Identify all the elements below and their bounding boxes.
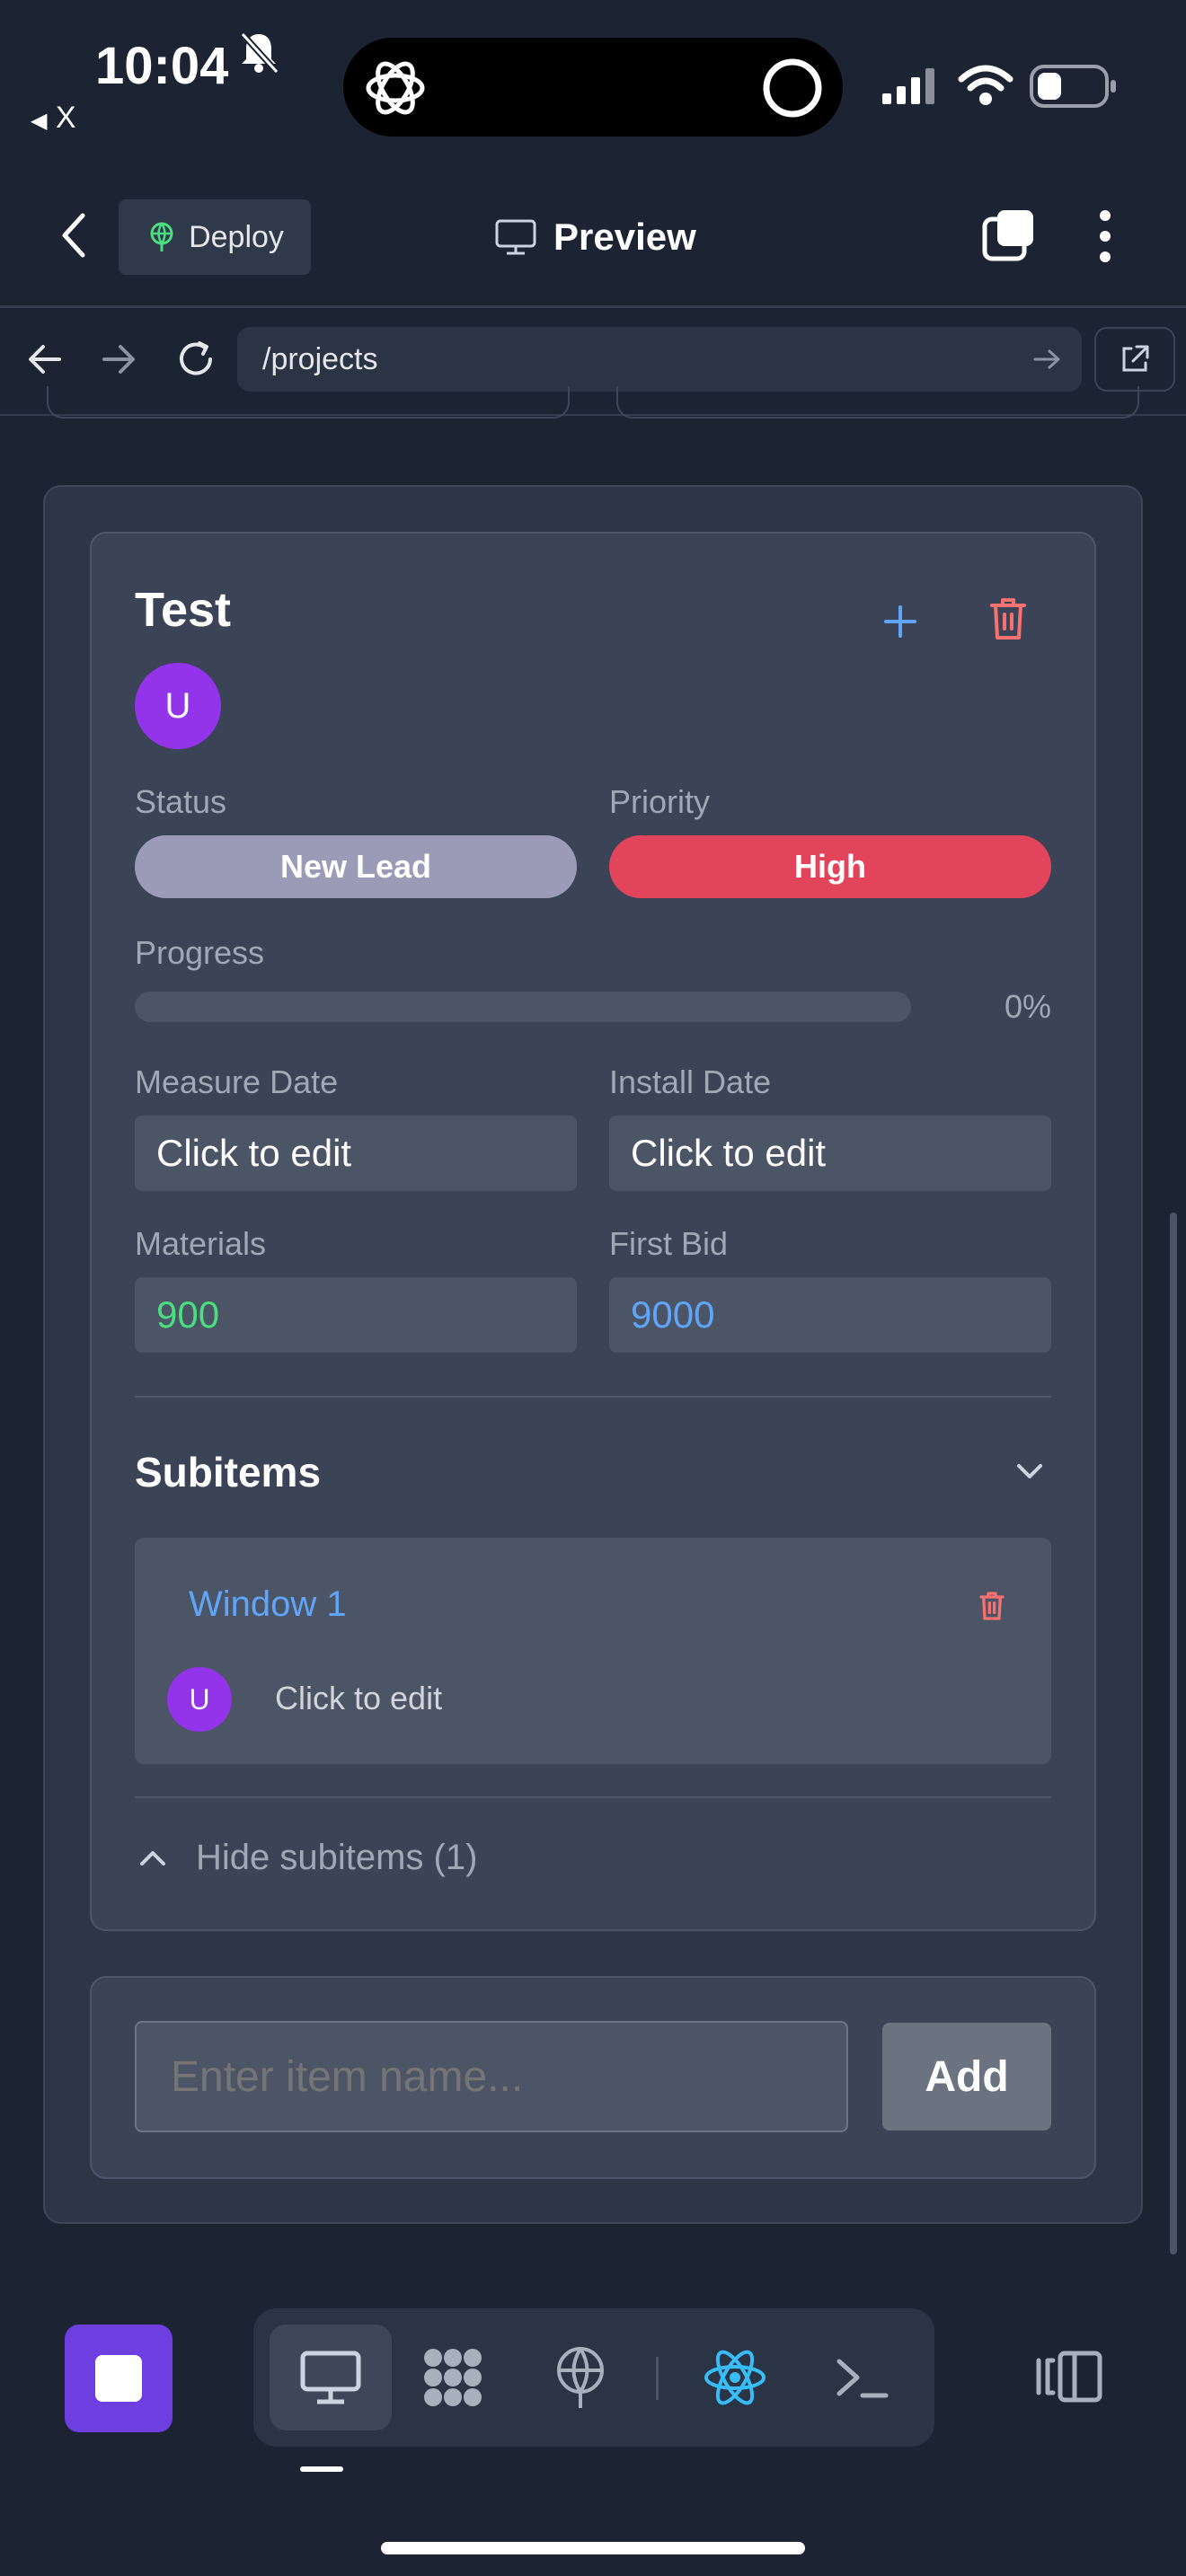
preview-label: Preview bbox=[553, 216, 696, 258]
priority-label: Priority bbox=[609, 783, 711, 820]
chatgpt-logo-icon bbox=[366, 61, 425, 115]
materials-field[interactable]: 900 bbox=[135, 1277, 577, 1353]
more-options-icon[interactable] bbox=[1089, 208, 1121, 264]
preview-tool-button[interactable] bbox=[270, 2325, 392, 2430]
back-to-app-link[interactable]: ◀ X bbox=[31, 101, 76, 136]
terminal-icon bbox=[836, 2359, 889, 2398]
avatar[interactable]: U bbox=[135, 663, 221, 749]
browser-back-icon[interactable] bbox=[25, 341, 65, 377]
active-tab-indicator bbox=[300, 2466, 343, 2472]
monitor-icon bbox=[300, 2351, 361, 2404]
deploy-label: Deploy bbox=[189, 219, 284, 254]
integrations-grid-icon bbox=[424, 2349, 482, 2406]
deploy-button[interactable]: Deploy bbox=[119, 199, 311, 275]
stop-button[interactable] bbox=[65, 2325, 173, 2432]
scrollbar[interactable] bbox=[1170, 1213, 1177, 2254]
item-name-input[interactable] bbox=[135, 2021, 848, 2132]
priority-badge[interactable]: High bbox=[609, 835, 1051, 898]
first-bid-label: First Bid bbox=[609, 1225, 729, 1262]
browser-forward-icon[interactable] bbox=[99, 341, 138, 377]
subitem-title[interactable]: Window 1 bbox=[189, 1584, 347, 1625]
deploy-globe-icon bbox=[557, 2347, 604, 2408]
back-chevron-icon[interactable] bbox=[56, 210, 92, 260]
chevron-down-icon[interactable] bbox=[1013, 1459, 1046, 1486]
divider bbox=[135, 1396, 1051, 1398]
home-indicator bbox=[381, 2542, 805, 2554]
subitem-value[interactable]: Click to edit bbox=[275, 1680, 442, 1717]
monitor-icon bbox=[495, 219, 536, 255]
deploy-tool-button[interactable] bbox=[519, 2325, 642, 2430]
battery-icon bbox=[1030, 65, 1116, 108]
measure-date-field[interactable]: Click to edit bbox=[135, 1116, 577, 1191]
previous-card-edge bbox=[616, 386, 1139, 419]
silent-bell-icon bbox=[240, 31, 279, 75]
delete-item-icon[interactable] bbox=[987, 595, 1030, 643]
install-date-field[interactable]: Click to edit bbox=[609, 1116, 1051, 1191]
delete-subitem-icon[interactable] bbox=[978, 1590, 1006, 1622]
tabs-switcher-icon[interactable] bbox=[981, 207, 1039, 264]
hide-subitems-toggle[interactable]: Hide subitems (1) bbox=[135, 1832, 477, 1883]
progress-track bbox=[135, 992, 911, 1022]
status-badge[interactable]: New Lead bbox=[135, 835, 577, 898]
tool-separator bbox=[656, 2357, 659, 2400]
react-tool-button[interactable] bbox=[674, 2325, 796, 2430]
react-logo-icon bbox=[704, 2350, 766, 2405]
open-external-button[interactable] bbox=[1094, 327, 1175, 392]
divider bbox=[135, 1796, 1051, 1798]
chevron-up-icon bbox=[140, 1851, 165, 1866]
status-label: Status bbox=[135, 783, 227, 820]
url-input[interactable]: /projects bbox=[237, 327, 1082, 392]
subitem-avatar[interactable]: U bbox=[167, 1667, 232, 1732]
refresh-icon[interactable] bbox=[174, 338, 217, 381]
stop-square-icon bbox=[95, 2355, 142, 2402]
back-triangle-icon: ◀ bbox=[31, 109, 48, 133]
deploy-globe-icon bbox=[150, 222, 173, 251]
install-date-label: Install Date bbox=[609, 1063, 772, 1100]
hide-subitems-label: Hide subitems (1) bbox=[196, 1837, 478, 1877]
previous-card-edge bbox=[47, 386, 570, 419]
add-subitem-icon[interactable] bbox=[881, 602, 920, 641]
activity-ring-icon bbox=[763, 58, 822, 118]
progress-percent: 0% bbox=[1004, 988, 1051, 1025]
integrations-tool-button[interactable] bbox=[392, 2325, 514, 2430]
add-button[interactable]: Add bbox=[882, 2023, 1051, 2130]
subitems-heading: Subitems bbox=[135, 1449, 322, 1495]
progress-label: Progress bbox=[135, 934, 265, 971]
panel-toggle-icon[interactable] bbox=[1033, 2348, 1105, 2405]
preview-title: Preview bbox=[494, 208, 696, 266]
measure-date-label: Measure Date bbox=[135, 1063, 339, 1100]
terminal-tool-button[interactable] bbox=[801, 2325, 924, 2430]
external-link-icon bbox=[1122, 345, 1149, 372]
subitem-card bbox=[135, 1538, 1051, 1764]
first-bid-field[interactable]: 9000 bbox=[609, 1277, 1051, 1353]
url-go-arrow-icon[interactable] bbox=[1031, 347, 1064, 372]
url-path: /projects bbox=[262, 341, 378, 376]
cellular-signal-icon bbox=[882, 68, 934, 104]
project-title[interactable]: Test bbox=[135, 582, 231, 638]
materials-label: Materials bbox=[135, 1225, 267, 1262]
status-time: 10:04 bbox=[95, 37, 229, 95]
wifi-icon bbox=[958, 65, 1013, 105]
